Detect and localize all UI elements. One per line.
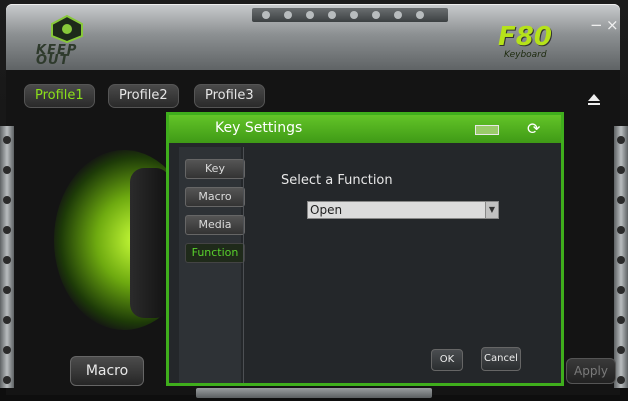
- function-select-value: Open: [310, 203, 343, 217]
- device-image: [130, 168, 170, 318]
- sidebar-item-macro[interactable]: Macro: [185, 187, 245, 207]
- function-select[interactable]: Open ▼: [307, 201, 499, 219]
- cancel-button[interactable]: Cancel: [481, 347, 521, 371]
- dropdown-arrow-icon[interactable]: ▼: [485, 202, 498, 218]
- ok-button[interactable]: OK: [431, 349, 463, 371]
- key-settings-dialog: Key Settings ⟳ Key Macro Media Function …: [166, 112, 564, 386]
- select-function-label: Select a Function: [281, 173, 393, 188]
- right-rivet-rail: [614, 126, 628, 388]
- top-rivet-strip: [252, 8, 448, 22]
- dialog-divider: [243, 147, 244, 383]
- left-rivet-rail: [0, 126, 14, 388]
- minimize-button[interactable]: −: [590, 16, 603, 34]
- dialog-sidebar: Key Macro Media Function: [179, 147, 245, 383]
- tab-profile2[interactable]: Profile2: [108, 84, 179, 108]
- logo-mark-icon: [51, 14, 83, 44]
- brand-model: F80: [498, 22, 552, 52]
- dialog-title: Key Settings: [215, 120, 303, 136]
- brand-badge: F80 Keyboard: [498, 22, 574, 62]
- app-window: KEEP OUT F80 Keyboard − × Profile1 Profi…: [0, 0, 628, 401]
- sidebar-item-media[interactable]: Media: [185, 215, 245, 235]
- macro-button[interactable]: Macro: [70, 356, 144, 386]
- brand-subtitle: Keyboard: [504, 50, 547, 60]
- apply-button[interactable]: Apply: [566, 358, 616, 384]
- refresh-icon[interactable]: ⟳: [527, 119, 540, 138]
- logo-text: KEEP OUT: [36, 43, 78, 68]
- sidebar-item-function[interactable]: Function: [185, 243, 245, 263]
- eject-icon[interactable]: [588, 94, 600, 101]
- eject-icon-bar: [588, 103, 600, 105]
- keyboard-icon[interactable]: [475, 125, 499, 135]
- tab-profile1[interactable]: Profile1: [24, 84, 95, 108]
- sidebar-item-key[interactable]: Key: [185, 159, 245, 179]
- dialog-title-bar: Key Settings ⟳: [169, 115, 561, 143]
- tab-profile3[interactable]: Profile3: [194, 84, 265, 108]
- close-button[interactable]: ×: [606, 16, 619, 34]
- bottom-rivet-strip: [196, 388, 432, 398]
- keep-out-logo: KEEP OUT: [30, 14, 104, 70]
